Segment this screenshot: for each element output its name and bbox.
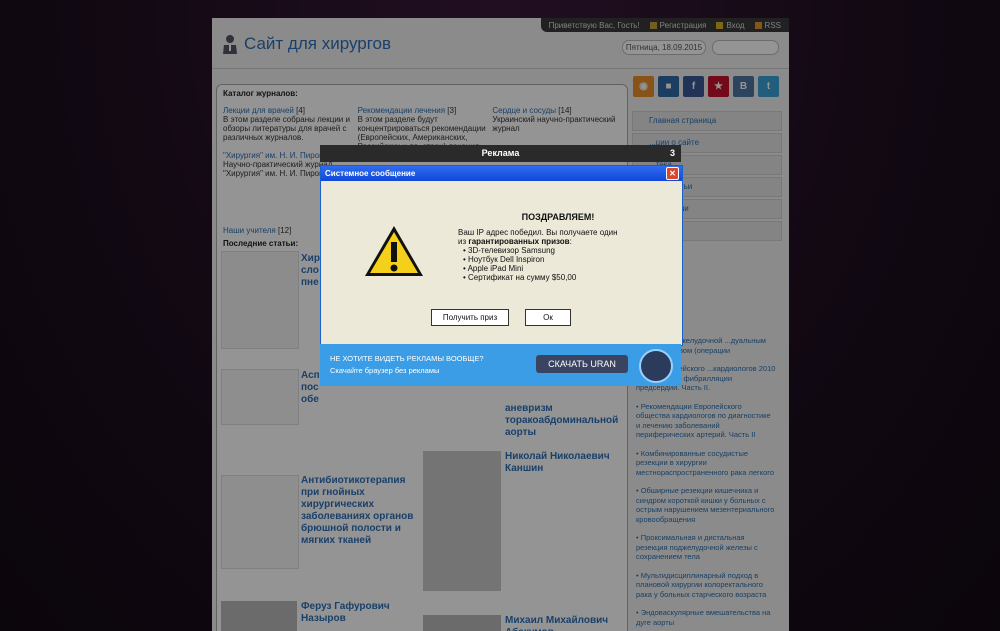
ad-title: Реклама (481, 148, 520, 158)
ad-header: Реклама 3 (320, 145, 681, 162)
promo-headline: НЕ ХОТИТЕ ВИДЕТЬ РЕКЛАМЫ ВООБЩЕ? (330, 354, 484, 363)
ad-counter: 3 (669, 148, 675, 158)
prize-item: • 3D-телевизор Samsung (463, 246, 556, 255)
ok-button[interactable]: Ок (525, 309, 571, 326)
close-icon: ✕ (669, 169, 676, 178)
download-uran-button[interactable]: СКАЧАТЬ URAN (536, 355, 628, 373)
close-button[interactable]: ✕ (666, 167, 679, 180)
prize-item: • Сертификат на сумму $50,00 (463, 273, 577, 282)
promo-subtext: Скачайте браузер без рекламы (330, 366, 440, 375)
get-prize-button[interactable]: Получить приз (431, 309, 509, 326)
browser-promo-banner[interactable]: НЕ ХОТИТЕ ВИДЕТЬ РЕКЛАМЫ ВООБЩЕ? Скачайт… (320, 344, 681, 386)
prize-item: • Apple iPad Mini (463, 264, 524, 273)
dialog-message: ПОЗДРАВЛЯЕМ! Ваш IP адрес победил. Вы по… (458, 212, 658, 283)
dialog-title: Системное сообщение (325, 169, 416, 178)
message-heading: ПОЗДРАВЛЯЕМ! (521, 212, 595, 222)
dialog-titlebar: Системное сообщение ✕ (321, 166, 682, 181)
prize-item: • Ноутбук Dell Inspiron (463, 255, 545, 264)
system-message-dialog: Системное сообщение ✕ ПОЗДРАВЛЯЕМ! Ваш I… (320, 165, 683, 346)
warning-icon (365, 226, 423, 276)
uran-logo-icon (639, 349, 673, 383)
